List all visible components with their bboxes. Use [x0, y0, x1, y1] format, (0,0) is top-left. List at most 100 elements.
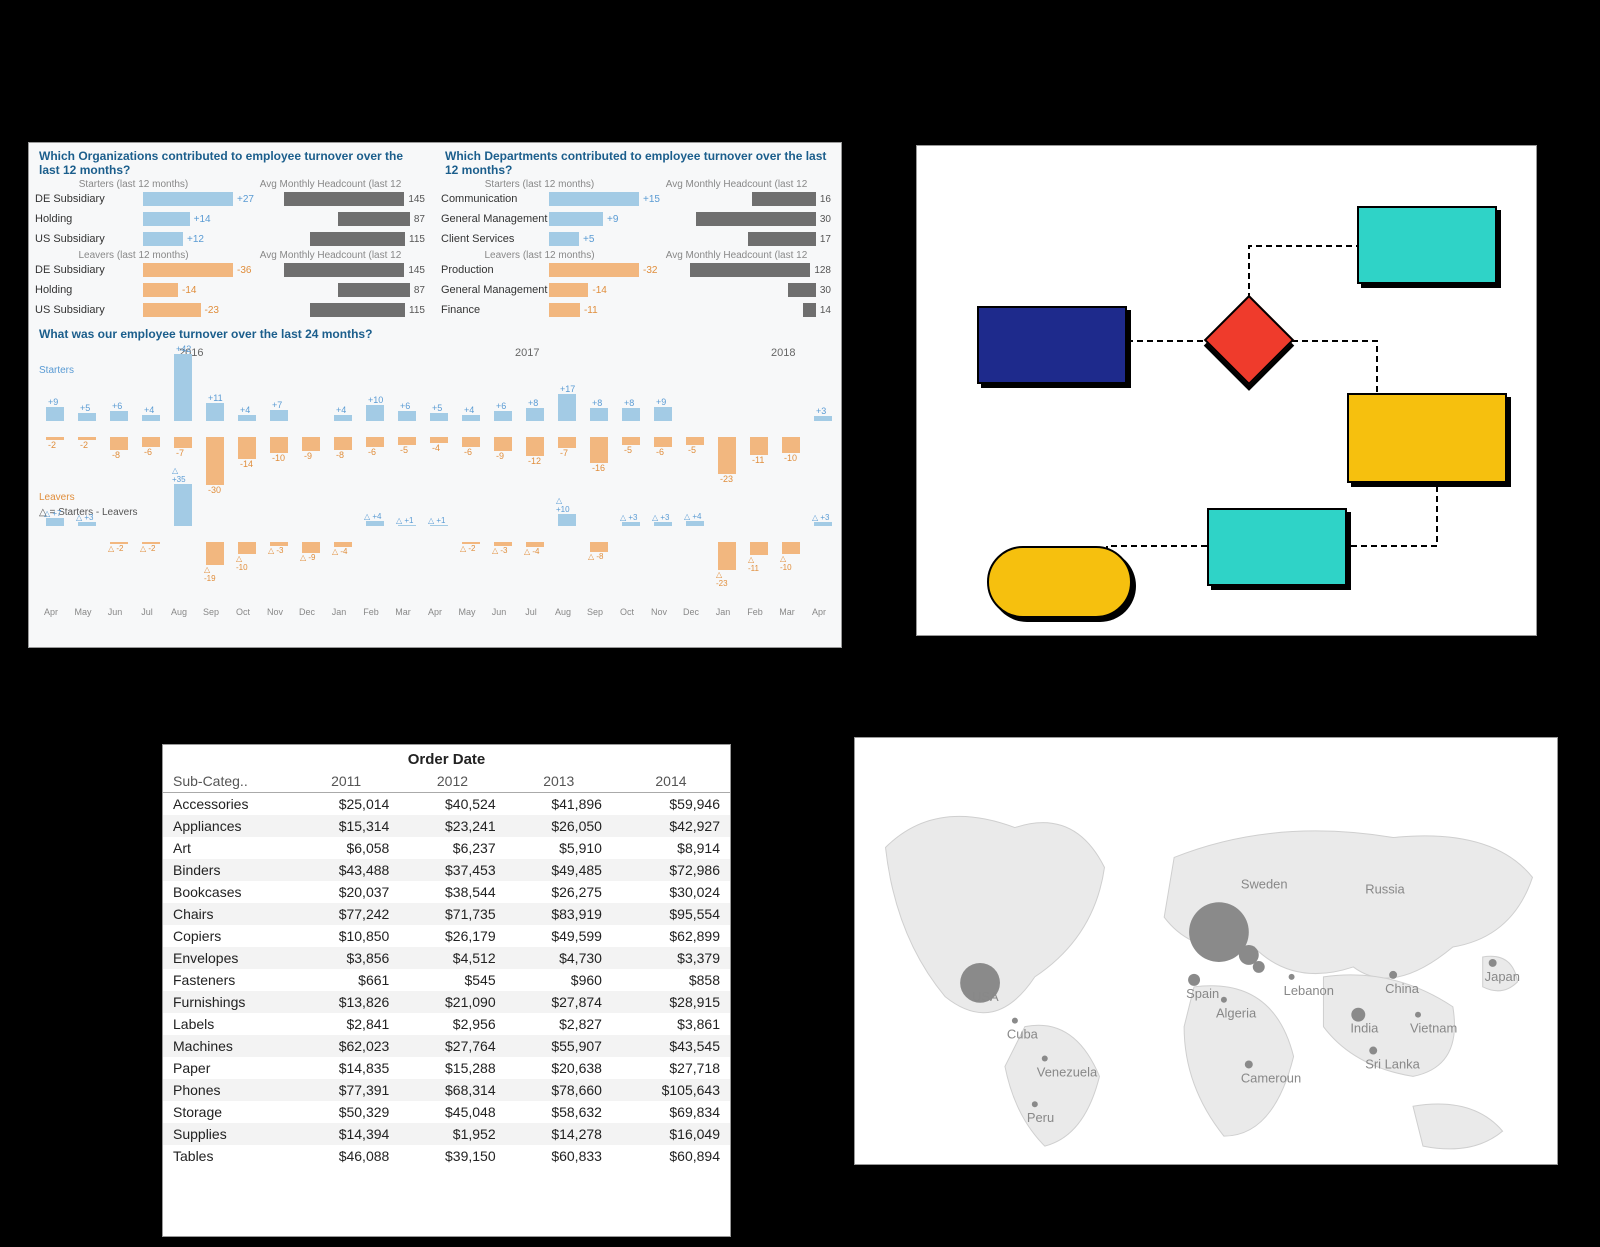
- table-row: Machines$62,023$27,764$55,907$43,545: [163, 1035, 730, 1057]
- cell: $26,179: [399, 925, 505, 947]
- cell: $960: [506, 969, 612, 991]
- value-label: +27: [237, 194, 254, 205]
- table-row: Labels$2,841$2,956$2,827$3,861: [163, 1013, 730, 1035]
- row-name: Client Services: [441, 233, 549, 245]
- cell: $5,910: [506, 837, 612, 859]
- cell: $8,914: [612, 837, 730, 859]
- cell: $69,834: [612, 1101, 730, 1123]
- map-label: USA: [972, 989, 999, 1004]
- value-bar: [143, 232, 183, 246]
- cell: $27,718: [612, 1057, 730, 1079]
- value-label: -36: [237, 265, 251, 276]
- row-name: General Management: [441, 213, 549, 225]
- cell: $25,014: [293, 793, 399, 816]
- flow-teal-bottom: [1207, 508, 1347, 586]
- cell: $37,453: [399, 859, 505, 881]
- map-label: Cuba: [1007, 1027, 1039, 1042]
- cell: $105,643: [612, 1079, 730, 1101]
- map-dot: [1245, 1060, 1253, 1068]
- value-bar: [549, 192, 639, 206]
- bar-row: DE Subsidiary-36145: [35, 261, 429, 279]
- headcount-bar: [690, 263, 810, 277]
- value-label: +12: [187, 234, 204, 245]
- row-name: US Subsidiary: [35, 304, 143, 316]
- map-label: Algeria: [1216, 1006, 1257, 1021]
- cell: $49,485: [506, 859, 612, 881]
- cell: $21,090: [399, 991, 505, 1013]
- cell: $6,237: [399, 837, 505, 859]
- cell: $42,927: [612, 815, 730, 837]
- bar-row: General Management-1430: [441, 281, 835, 299]
- cell: $30,024: [612, 881, 730, 903]
- value-label: -11: [584, 305, 598, 316]
- row-name: Storage: [163, 1101, 293, 1123]
- cell: $58,632: [506, 1101, 612, 1123]
- cell: $62,899: [612, 925, 730, 947]
- row-name: General Management: [441, 284, 549, 296]
- cell: $15,314: [293, 815, 399, 837]
- map-label: Sri Lanka: [1365, 1056, 1420, 1071]
- col-head: 2014: [612, 770, 730, 793]
- table-row: Accessories$25,014$40,524$41,896$59,946: [163, 793, 730, 816]
- cell: $4,512: [399, 947, 505, 969]
- headcount-bar: [284, 192, 404, 206]
- bar-row: General Management+930: [441, 210, 835, 228]
- map-dot: [1032, 1101, 1038, 1107]
- cell: $6,058: [293, 837, 399, 859]
- hr-dashboard: Which Organizations contributed to emplo…: [28, 142, 842, 648]
- headcount-bar: [310, 303, 405, 317]
- flow-teal-top: [1357, 206, 1497, 284]
- value-bar: [549, 232, 579, 246]
- dept-leavers-rows: Production-32128General Management-1430F…: [441, 261, 835, 319]
- headcount-label: 87: [414, 285, 425, 296]
- headcount-bar: [748, 232, 816, 246]
- cell: $661: [293, 969, 399, 991]
- col-head: 2011: [293, 770, 399, 793]
- value-label: -23: [205, 305, 219, 316]
- cell: $23,241: [399, 815, 505, 837]
- cell: $20,638: [506, 1057, 612, 1079]
- row-name: Binders: [163, 859, 293, 881]
- turnover-panel: What was our employee turnover over the …: [29, 321, 841, 647]
- table-row: Appliances$15,314$23,241$26,050$42,927: [163, 815, 730, 837]
- cell: $13,826: [293, 991, 399, 1013]
- col-head: 2012: [399, 770, 505, 793]
- bar-row: Holding-1487: [35, 281, 429, 299]
- col-head: 2013: [506, 770, 612, 793]
- row-name: Bookcases: [163, 881, 293, 903]
- map-dot: [1389, 971, 1397, 979]
- cell: $77,242: [293, 903, 399, 925]
- cell: $10,850: [293, 925, 399, 947]
- map-dot: [1042, 1056, 1048, 1062]
- map-dot: [1369, 1047, 1377, 1055]
- row-name: Finance: [441, 304, 549, 316]
- headcount-label: 128: [814, 265, 831, 276]
- flow-yellow-right: [1347, 393, 1507, 483]
- map-label: China: [1385, 981, 1420, 996]
- map-label: Lebanon: [1284, 983, 1334, 998]
- map-label: India: [1350, 1021, 1379, 1036]
- cell: $2,956: [399, 1013, 505, 1035]
- cell: $49,599: [506, 925, 612, 947]
- starters-head: Starters (last 12 months): [35, 179, 232, 190]
- cell: $60,894: [612, 1145, 730, 1167]
- map-dot: [1415, 1012, 1421, 1018]
- headcount-label: 30: [820, 214, 831, 225]
- table-row: Supplies$14,394$1,952$14,278$16,049: [163, 1123, 730, 1145]
- headcount-bar: [788, 283, 816, 297]
- value-bar: [143, 283, 178, 297]
- value-label: -32: [643, 265, 657, 276]
- map-dot: [1289, 974, 1295, 980]
- cell: $27,874: [506, 991, 612, 1013]
- headcount-label: 30: [820, 285, 831, 296]
- map-svg: USACubaVenezuelaPeruSwedenSpainAlgeriaLe…: [855, 738, 1557, 1164]
- cell: $14,835: [293, 1057, 399, 1079]
- headcount-bar: [284, 263, 404, 277]
- bar-row: DE Subsidiary+27145: [35, 190, 429, 208]
- world-map: USACubaVenezuelaPeruSwedenSpainAlgeriaLe…: [854, 737, 1558, 1165]
- cell: $55,907: [506, 1035, 612, 1057]
- cell: $545: [399, 969, 505, 991]
- headcount-bar: [338, 283, 410, 297]
- cell: $28,915: [612, 991, 730, 1013]
- cell: $68,314: [399, 1079, 505, 1101]
